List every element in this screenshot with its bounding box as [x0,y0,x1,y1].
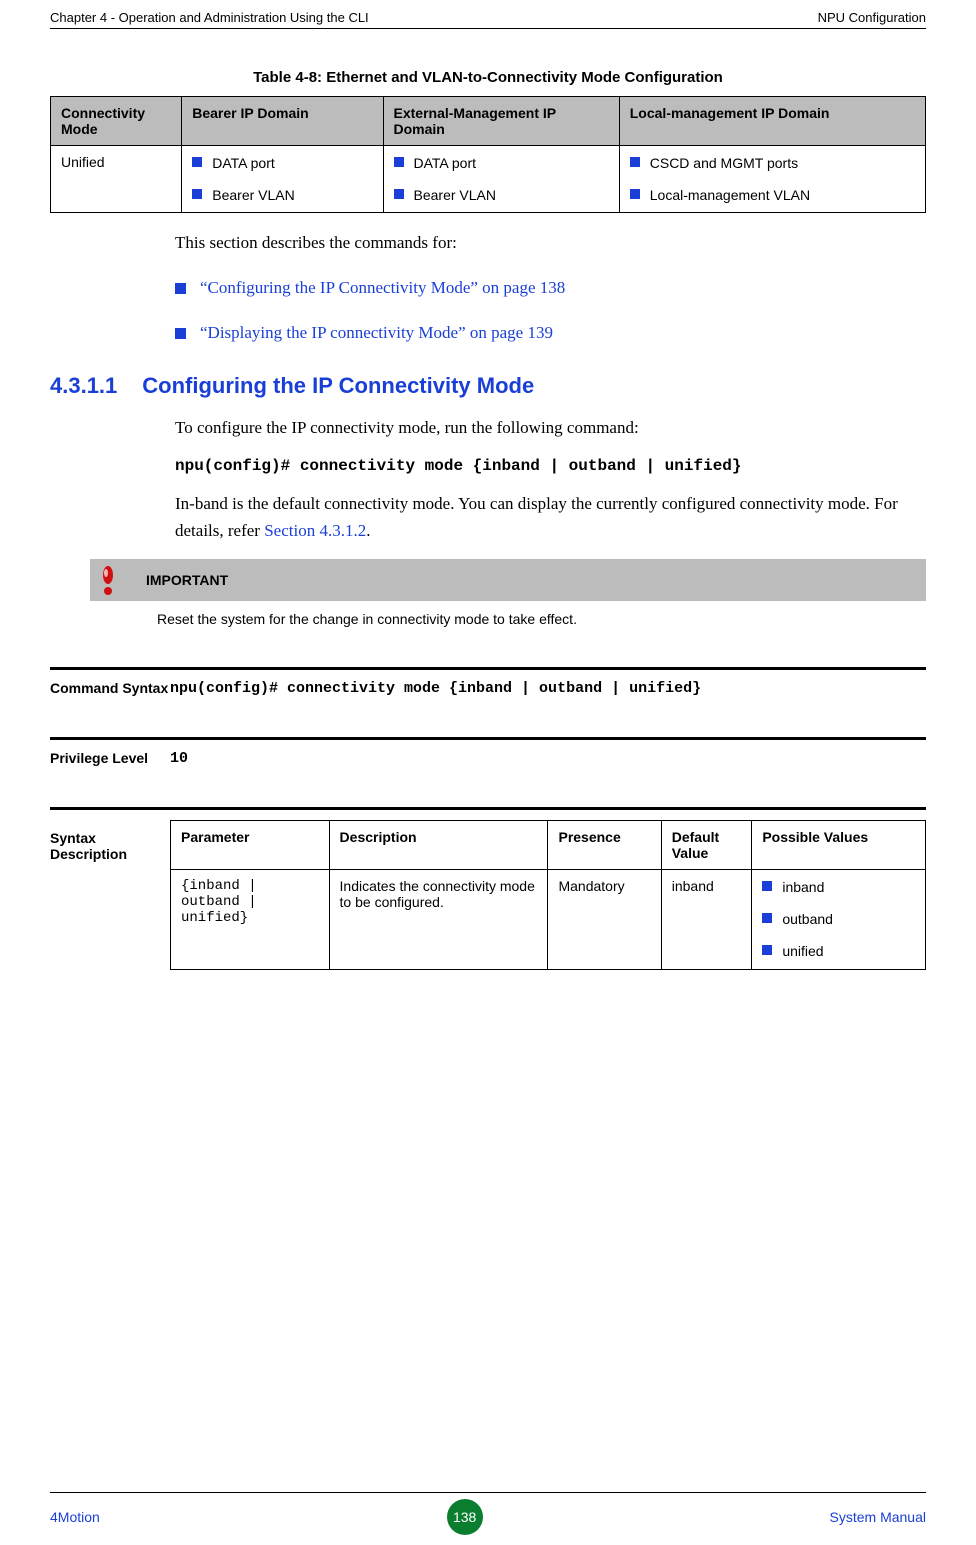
cell-mode: Unified [51,146,182,213]
exclamation-icon [100,565,116,595]
section-heading: 4.3.1.1 Configuring the IP Connectivity … [50,373,926,399]
table-row: Unified DATA port Bearer VLAN DATA port … [51,146,926,213]
syntax-description-row: Syntax Description Parameter Description… [50,807,926,970]
syntax-table: Parameter Description Presence Default V… [170,820,926,970]
header-right: NPU Configuration [818,10,926,25]
footer-left[interactable]: 4Motion [50,1509,100,1525]
privilege-level-row: Privilege Level 10 [50,737,926,767]
intro-paragraph: This section describes the commands for: [175,233,926,253]
privilege-level-label: Privilege Level [50,750,170,767]
paragraph: To configure the IP connectivity mode, r… [175,414,926,441]
cell-description: Indicates the connectivity mode to be co… [329,869,548,969]
cell-presence: Mandatory [548,869,661,969]
important-header: IMPORTANT [90,559,926,601]
section-number: 4.3.1.1 [50,373,117,399]
table-caption: Table 4-8: Ethernet and VLAN-to-Connecti… [50,69,926,86]
list-item: Local-management VLAN [630,186,915,204]
col-external-mgmt: External-Management IP Domain [383,97,619,146]
command-line: npu(config)# connectivity mode {inband |… [175,457,926,475]
section-ref-link[interactable]: Section 4.3.1.2 [264,521,366,540]
list-item: “Displaying the IP connectivity Mode” on… [175,323,926,343]
page-number-badge: 138 [447,1499,483,1535]
list-item: inband [762,878,915,896]
list-item: Bearer VLAN [192,186,372,204]
header-left: Chapter 4 - Operation and Administration… [50,10,369,25]
list-item: Bearer VLAN [394,186,609,204]
list-item: outband [762,910,915,928]
command-syntax-row: Command Syntax npu(config)# connectivity… [50,667,926,697]
text: . [366,521,370,540]
table-header-row: Parameter Description Presence Default V… [171,820,926,869]
link-configure-mode[interactable]: “Configuring the IP Connectivity Mode” o… [200,278,565,297]
cell-default: inband [661,869,752,969]
link-display-mode[interactable]: “Displaying the IP connectivity Mode” on… [200,323,553,342]
command-syntax-value: npu(config)# connectivity mode {inband |… [170,680,926,697]
col-default: Default Value [661,820,752,869]
cell-possible: inband outband unified [752,869,926,969]
paragraph: In-band is the default connectivity mode… [175,490,926,544]
syntax-description-label: Syntax Description [50,820,170,970]
page-header: Chapter 4 - Operation and Administration… [50,0,926,28]
cell-local-mgmt: CSCD and MGMT ports Local-management VLA… [619,146,925,213]
col-bearer-ip: Bearer IP Domain [182,97,383,146]
table-header-row: Connectivity Mode Bearer IP Domain Exter… [51,97,926,146]
cell-bearer: DATA port Bearer VLAN [182,146,383,213]
important-note: IMPORTANT Reset the system for the chang… [90,559,926,637]
header-rule [50,28,926,29]
col-presence: Presence [548,820,661,869]
col-description: Description [329,820,548,869]
list-item: DATA port [394,154,609,172]
page-footer: 4Motion 138 System Manual [50,1492,926,1535]
important-text: Reset the system for the change in conne… [90,601,926,637]
list-item: “Configuring the IP Connectivity Mode” o… [175,278,926,298]
section-links: “Configuring the IP Connectivity Mode” o… [175,278,926,343]
ethernet-vlan-table: Connectivity Mode Bearer IP Domain Exter… [50,96,926,213]
command-syntax-label: Command Syntax [50,680,170,697]
section-title: Configuring the IP Connectivity Mode [142,373,534,399]
privilege-level-value: 10 [170,750,926,767]
col-parameter: Parameter [171,820,330,869]
cell-ext-mgmt: DATA port Bearer VLAN [383,146,619,213]
col-connectivity-mode: Connectivity Mode [51,97,182,146]
list-item: unified [762,942,915,960]
important-label: IMPORTANT [146,572,228,588]
col-local-mgmt: Local-management IP Domain [619,97,925,146]
cell-parameter: {inband | outband | unified} [171,869,330,969]
list-item: CSCD and MGMT ports [630,154,915,172]
table-row: {inband | outband | unified} Indicates t… [171,869,926,969]
col-possible: Possible Values [752,820,926,869]
list-item: DATA port [192,154,372,172]
footer-right[interactable]: System Manual [830,1509,926,1525]
